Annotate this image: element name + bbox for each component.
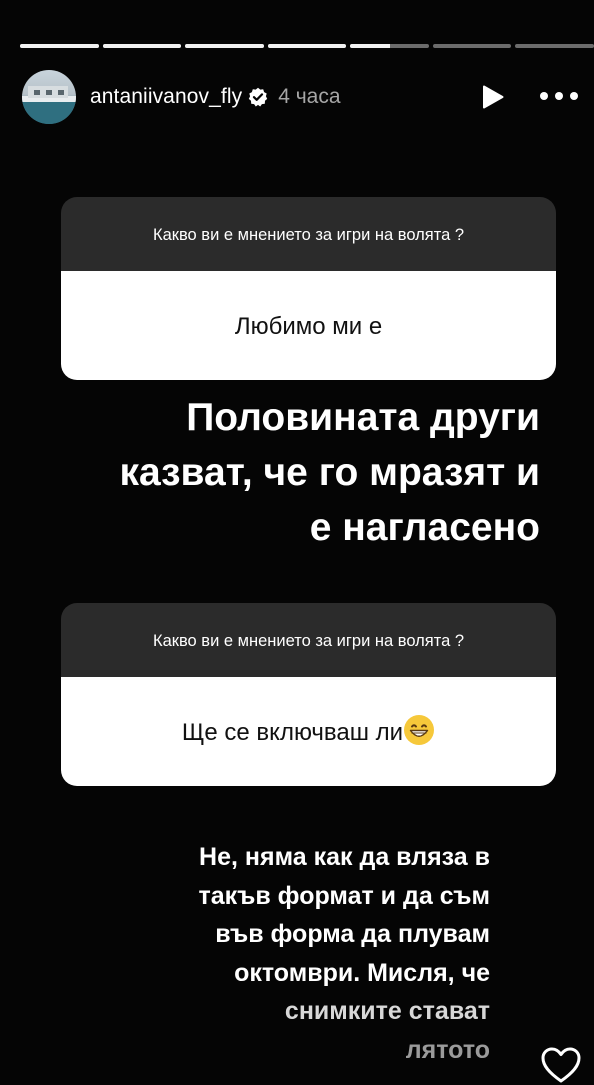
progress-segment	[267, 44, 347, 48]
answer-line: казват, че го мразят и	[119, 451, 540, 494]
question-response: Ще се включваш ли	[181, 719, 404, 746]
progress-segment	[432, 44, 512, 48]
question-card: Какво ви е мнението за игри на волята ? …	[61, 603, 556, 786]
play-icon[interactable]	[482, 85, 504, 109]
verified-icon	[249, 87, 268, 107]
progress-segment	[102, 44, 182, 48]
answer-text: Половината други казват, че го мразят и …	[20, 390, 540, 555]
question-response-row: Ще се включваш ли	[61, 677, 556, 786]
question-card: Какво ви е мнението за игри на волята ? …	[61, 197, 556, 380]
progress-segment	[515, 44, 594, 48]
progress-segment	[350, 44, 429, 48]
question-text: Какво ви е мнението за игри на волята ?	[61, 197, 556, 271]
answer-line: е нагласено	[309, 506, 540, 549]
answer-line: такъв формат и да съм	[198, 881, 490, 910]
avatar[interactable]	[22, 70, 76, 124]
answer-line: Не, няма как да вляза в	[199, 843, 490, 871]
answer-line: Половината други	[186, 396, 540, 439]
heart-icon[interactable]	[540, 1045, 582, 1085]
question-text: Какво ви е мнението за игри на волята ?	[61, 603, 556, 677]
story-progress-bar	[20, 44, 594, 48]
progress-segment	[20, 44, 99, 48]
question-response: Любимо ми е	[61, 271, 556, 380]
answer-line: октомври. Мисля, че	[234, 958, 490, 987]
answer-line: снимките стават	[284, 997, 490, 1025]
grinning-emoji-icon	[404, 715, 435, 745]
username[interactable]: antaniivanov_fly	[90, 85, 242, 109]
post-time: 4 часа	[278, 85, 341, 108]
answer-line: лятото	[405, 1035, 490, 1064]
progress-segment	[185, 44, 264, 48]
story-header: antaniivanov_fly 4 часа	[22, 70, 580, 124]
answer-line: във форма да плувам	[215, 920, 490, 948]
answer-text: Не, няма как да вляза в такъв формат и д…	[110, 838, 490, 1069]
more-icon[interactable]	[540, 88, 578, 104]
